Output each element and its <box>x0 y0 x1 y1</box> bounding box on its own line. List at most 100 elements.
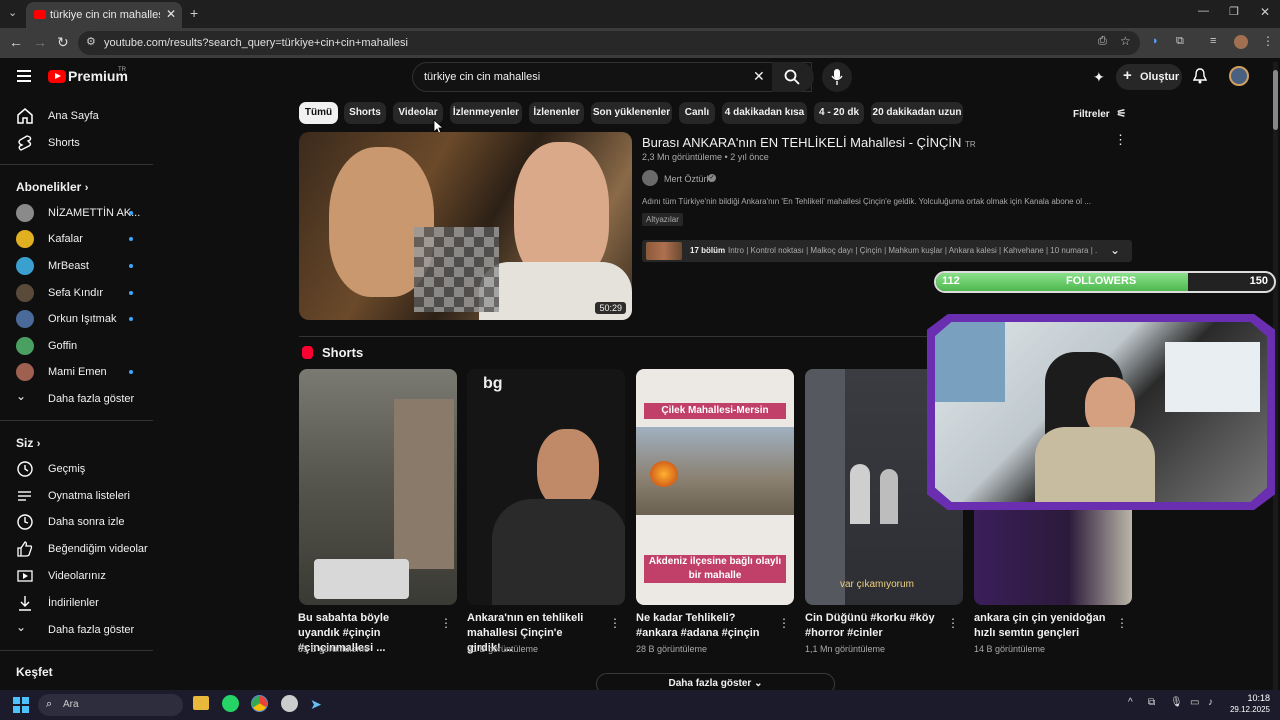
short-thumbnail[interactable]: Çilek Mahallesi-Mersin Akdeniz ilçesine … <box>636 369 794 605</box>
chip-under-4-min[interactable]: 4 dakikadan kısa <box>722 102 807 124</box>
sidebar-item-subscription[interactable]: Kafalar <box>16 226 146 252</box>
scrollbar-thumb[interactable] <box>1273 70 1278 130</box>
short-title[interactable]: ankara çin çin yenidoğan hızlı semtın ge… <box>974 611 1109 641</box>
tab-search-icon[interactable]: ⌄ <box>8 6 17 19</box>
back-icon[interactable]: ← <box>9 34 23 50</box>
tab-close-icon[interactable]: ✕ <box>166 7 176 21</box>
chip-shorts[interactable]: Shorts <box>344 102 386 124</box>
sidebar-item-subscription[interactable]: Sefa Kındır <box>16 280 146 306</box>
close-window-icon[interactable]: ✕ <box>1260 5 1270 19</box>
sidebar-show-more-subs[interactable]: ⌄ Daha fazla göster <box>16 386 146 412</box>
new-tab-icon[interactable]: + <box>190 5 198 21</box>
hamburger-menu-icon[interactable] <box>17 70 31 82</box>
sidebar-item-home[interactable]: Ana Sayfa <box>16 103 146 129</box>
clock-date[interactable]: 29.12.2025 <box>1220 705 1270 714</box>
install-app-icon[interactable]: ⎙ <box>1098 35 1107 48</box>
chip-recently-uploaded[interactable]: Son yüklenenler <box>591 102 672 124</box>
windows-start-icon[interactable] <box>13 697 29 713</box>
tray-chevron-icon[interactable]: ^ <box>1128 697 1133 708</box>
site-info-icon[interactable]: ⚙ <box>86 35 96 48</box>
maximize-icon[interactable]: ❐ <box>1229 5 1239 18</box>
filters-button[interactable]: Filtreler ⚟ <box>1073 107 1126 120</box>
expand-chapters-icon[interactable]: ⌄ <box>1110 243 1120 257</box>
sidebar-item-watch-later[interactable]: Daha sonra izle <box>16 509 146 535</box>
chapters-bar[interactable]: 17 bölüm Intro | Kontrol noktası | Malko… <box>642 240 1132 262</box>
video-more-icon[interactable]: ⋮ <box>1114 132 1127 148</box>
video-thumbnail[interactable]: 50:29 <box>299 132 632 320</box>
subscriptions-heading[interactable]: Abonelikler › <box>16 180 88 194</box>
tray-mic-icon[interactable]: 🎙 <box>1170 697 1183 708</box>
tray-app-icon[interactable]: ⧉ <box>1148 697 1155 708</box>
video-title[interactable]: Burası ANKARA'nın EN TEHLİKELİ Mahallesi… <box>642 135 976 150</box>
bookmark-star-icon[interactable]: ☆ <box>1120 34 1131 48</box>
short-views: 1,1 Mn görüntüleme <box>805 644 886 654</box>
chrome-icon[interactable] <box>251 695 268 712</box>
channel-link[interactable]: Mert Öztürk ✓ <box>642 170 842 186</box>
account-avatar[interactable] <box>1229 66 1249 86</box>
notifications-bell-icon[interactable] <box>1193 68 1207 84</box>
sidebar-item-subscription[interactable]: NİZAMETTİN AK... <box>16 200 146 226</box>
followers-progress-fill <box>936 273 1189 291</box>
sidebar-item-subscription[interactable]: Mami Emen <box>16 359 146 385</box>
sidebar-item-your-videos[interactable]: Videolarınız <box>16 563 146 589</box>
sidebar-item-history[interactable]: Geçmiş <box>16 456 146 482</box>
tray-volume-icon[interactable]: ♪ <box>1208 697 1213 708</box>
voice-search-button[interactable] <box>822 62 852 92</box>
taskbar-search[interactable]: ⌕ Ara <box>38 694 183 716</box>
sidebar-item-liked[interactable]: Beğendiğim videolar <box>16 536 148 562</box>
extensions-puzzle-icon[interactable]: ⧉ <box>1176 35 1184 48</box>
minimize-icon[interactable]: — <box>1198 5 1209 17</box>
chip-over-20-min[interactable]: 20 dakikadan uzun <box>871 102 963 124</box>
clock-time[interactable]: 10:18 <box>1232 693 1270 703</box>
chip-unwatched[interactable]: İzlenmeyenler <box>450 102 522 124</box>
sidebar-item-subscription[interactable]: Orkun Işıtmak <box>16 306 146 332</box>
mix-icon[interactable]: ✦ <box>1093 69 1105 86</box>
sidebar-item-downloads[interactable]: İndirilenler <box>16 590 146 616</box>
address-bar[interactable]: ⚙ youtube.com/results?search_query=türki… <box>78 31 1140 55</box>
forward-icon[interactable]: → <box>33 34 47 50</box>
short-more-icon[interactable]: ⋮ <box>440 616 452 630</box>
short-title[interactable]: Cin Düğünü #korku #köy #horror #cinler <box>805 611 935 641</box>
sidebar-show-more-you[interactable]: ⌄ Daha fazla göster <box>16 617 146 643</box>
short-more-icon[interactable]: ⋮ <box>1116 616 1128 630</box>
sidebar-item-subscription[interactable]: MrBeast <box>16 253 146 279</box>
obs-icon[interactable] <box>281 695 298 712</box>
steam-icon[interactable]: ➤ <box>310 696 322 713</box>
sidebar-item-label: Geçmiş <box>48 463 86 475</box>
short-thumbnail[interactable]: bg <box>467 369 625 605</box>
figure-shape <box>880 469 898 524</box>
you-heading[interactable]: Siz › <box>16 436 40 450</box>
short-more-icon[interactable]: ⋮ <box>609 616 621 630</box>
profile-avatar[interactable] <box>1234 35 1248 49</box>
chip-all[interactable]: Tümü <box>299 102 338 124</box>
reload-icon[interactable]: ↻ <box>57 34 69 51</box>
view-count: 2,3 Mn görüntüleme <box>642 152 723 162</box>
chrome-menu-icon[interactable]: ⋮ <box>1262 34 1274 48</box>
search-box[interactable]: türkiye cin cin mahallesi ✕ <box>412 62 812 92</box>
chip-live[interactable]: Canlı <box>679 102 715 124</box>
history-icon <box>17 461 33 477</box>
short-more-icon[interactable]: ⋮ <box>947 616 959 630</box>
chip-4-20-min[interactable]: 4 - 20 dk <box>814 102 864 124</box>
browser-tab-bar: ⌄ türkiye cin cin mahallesi - YouTube ✕ … <box>0 0 1280 28</box>
tab-youtube[interactable]: türkiye cin cin mahallesi - YouTube ✕ <box>26 2 182 28</box>
short-more-icon[interactable]: ⋮ <box>778 616 790 630</box>
show-more-label: Daha fazla göster <box>48 393 135 405</box>
sidebar-item-playlists[interactable]: Oynatma listeleri <box>16 483 146 509</box>
short-title[interactable]: Ne kadar Tehlikeli? #ankara #adana #çinç… <box>636 611 766 641</box>
tray-network-icon[interactable]: ▭ <box>1190 697 1199 708</box>
search-input[interactable]: türkiye cin cin mahallesi <box>424 71 540 83</box>
file-explorer-icon[interactable] <box>193 696 209 710</box>
media-icon[interactable]: ≡ <box>1210 35 1216 47</box>
search-button[interactable] <box>772 62 814 92</box>
sidebar-item-shorts[interactable]: Shorts <box>16 130 146 156</box>
create-button[interactable]: + Oluştur <box>1116 64 1182 90</box>
whatsapp-icon[interactable] <box>222 695 239 712</box>
short-thumbnail[interactable] <box>299 369 457 605</box>
sidebar-item-subscription[interactable]: Goffin <box>16 333 146 359</box>
youtube-logo-icon[interactable] <box>48 70 66 83</box>
chip-watched[interactable]: İzlenenler <box>529 102 584 124</box>
clear-search-icon[interactable]: ✕ <box>753 68 765 85</box>
pixelated-blur <box>414 227 499 312</box>
extension-icon[interactable]: ◗ <box>1152 35 1159 47</box>
